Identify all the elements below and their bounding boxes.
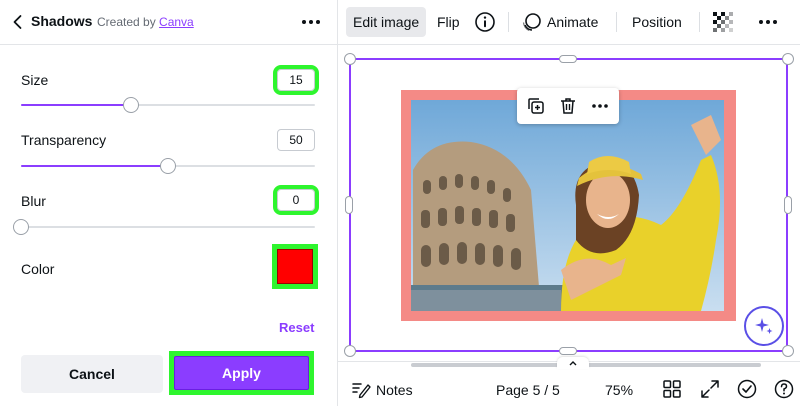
size-label: Size (21, 72, 49, 88)
size-slider[interactable] (21, 97, 315, 113)
color-label: Color (21, 261, 55, 277)
magic-assistant-button[interactable] (744, 306, 784, 346)
notes-icon[interactable] (350, 378, 372, 400)
blur-value-input[interactable]: 0 (273, 185, 319, 215)
resize-handle-bottom-right[interactable] (782, 345, 794, 357)
resize-handle-right[interactable] (784, 196, 792, 214)
transparency-value-input[interactable]: 50 (277, 129, 315, 151)
editor-toolbar: Edit image Flip Animate Position (338, 0, 800, 45)
trash-icon[interactable] (558, 96, 578, 116)
color-swatch-highlight (272, 244, 318, 289)
blur-slider-thumb[interactable] (13, 219, 29, 235)
animate-button[interactable]: Animate (547, 7, 598, 37)
size-slider-fill (21, 104, 132, 106)
more-dots-icon[interactable] (590, 96, 610, 116)
design-canvas[interactable] (338, 45, 800, 361)
help-icon[interactable] (773, 378, 795, 400)
resize-handle-top-left[interactable] (344, 53, 356, 65)
sparkle-icon (755, 318, 773, 334)
flip-button[interactable]: Flip (437, 7, 460, 37)
transparency-slider-thumb[interactable] (160, 158, 176, 174)
reset-button[interactable]: Reset (279, 320, 314, 335)
blur-slider[interactable] (13, 219, 315, 235)
check-circle-icon[interactable] (736, 378, 758, 400)
shadows-panel: Shadows Created by Canva Size 15 Transpa… (0, 0, 338, 406)
resize-handle-left[interactable] (345, 196, 353, 214)
notes-button[interactable]: Notes (376, 382, 413, 398)
position-button[interactable]: Position (632, 7, 682, 37)
panel-header: Shadows Created by Canva (0, 0, 338, 45)
resize-handle-bottom-left[interactable] (344, 345, 356, 357)
grid-view-icon[interactable] (661, 378, 683, 400)
resize-handle-top-right[interactable] (782, 53, 794, 65)
toolbar-divider (508, 12, 509, 32)
panel-title: Shadows (31, 13, 93, 29)
toolbar-divider (699, 12, 700, 32)
duplicate-icon[interactable] (526, 96, 546, 116)
back-chevron-icon[interactable] (8, 12, 28, 32)
resize-handle-bottom[interactable] (559, 347, 577, 355)
toolbar-divider (616, 12, 617, 32)
transparency-slider-fill (21, 165, 168, 167)
fullscreen-icon[interactable] (699, 378, 721, 400)
more-dots-icon[interactable] (756, 10, 780, 34)
resize-handle-top[interactable] (559, 55, 577, 63)
zoom-level[interactable]: 75% (605, 382, 633, 398)
animate-icon[interactable] (520, 10, 544, 34)
info-icon[interactable] (473, 10, 497, 34)
chevron-up-icon (569, 361, 577, 366)
transparency-checker-icon[interactable] (711, 10, 735, 34)
cancel-button[interactable]: Cancel (21, 355, 163, 393)
transparency-label: Transparency (21, 132, 107, 148)
created-by-prefix: Created by (97, 15, 156, 29)
color-swatch[interactable] (277, 249, 313, 284)
element-floating-toolbar (517, 88, 619, 124)
page-indicator[interactable]: Page 5 / 5 (496, 382, 560, 398)
apply-button[interactable]: Apply (174, 356, 309, 390)
creator-link[interactable]: Canva (159, 15, 194, 29)
blur-label: Blur (21, 193, 46, 209)
apply-button-highlight: Apply (169, 351, 314, 395)
transparency-slider[interactable] (21, 158, 315, 174)
pages-collapse-tab[interactable] (557, 357, 589, 369)
more-dots-icon[interactable] (299, 12, 323, 32)
edit-image-button[interactable]: Edit image (346, 7, 427, 37)
created-by-text: Created by Canva (97, 15, 194, 29)
size-value-input[interactable]: 15 (273, 65, 319, 95)
size-slider-thumb[interactable] (123, 97, 140, 113)
